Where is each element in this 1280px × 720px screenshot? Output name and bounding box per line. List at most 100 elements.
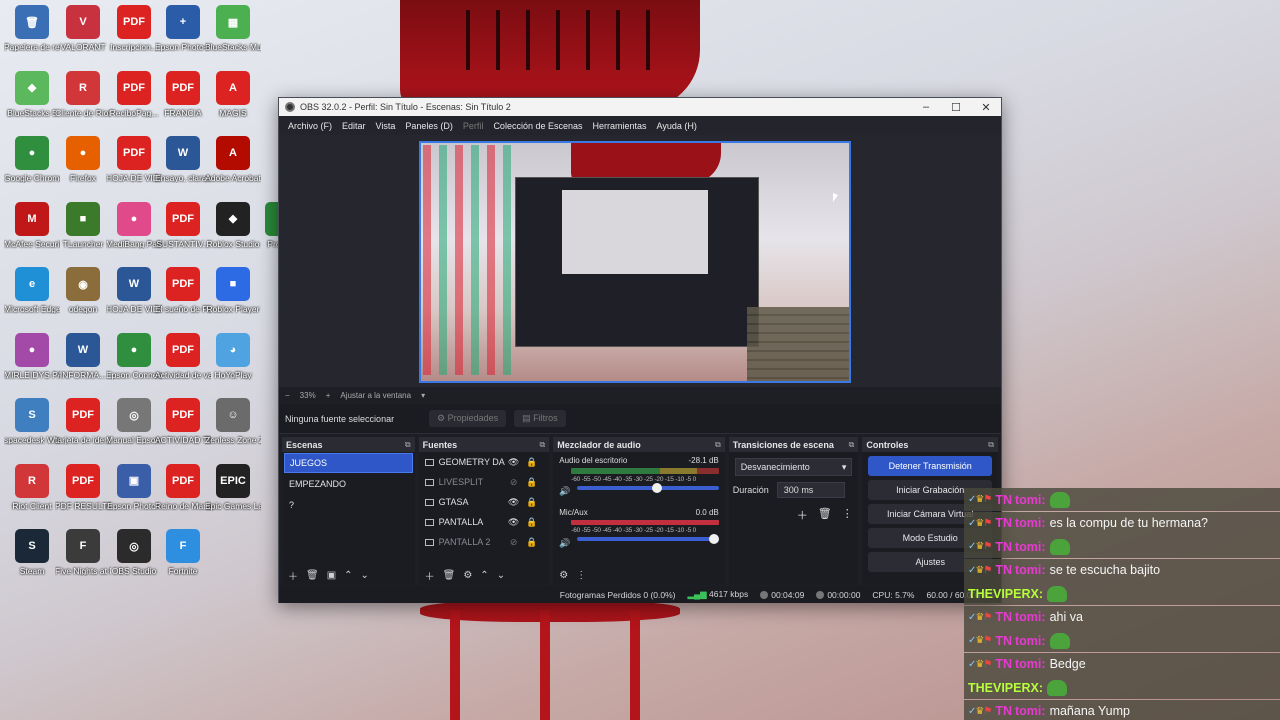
dock-menu-icon[interactable]: ⧉	[988, 440, 994, 450]
dock-menu-icon[interactable]: ⧉	[405, 440, 411, 450]
stop-streaming-button[interactable]: Detener Transmisión	[868, 456, 992, 476]
desktop-icon[interactable]: 🗑 Papelera de reciclaje	[4, 5, 60, 52]
move-up-icon[interactable]: ⌃	[344, 570, 352, 581]
lock-icon[interactable]: 🔒	[523, 477, 541, 488]
desktop-icon[interactable]: ● MIRLEIDYS PAOLA (Uni...	[4, 332, 60, 380]
source-row[interactable]: PANTALLA 2 ⊘ 🔒	[419, 532, 550, 552]
move-up-icon[interactable]: ⌃	[480, 570, 488, 581]
desktop-icon[interactable]: PDF ReciboPag...	[106, 70, 162, 118]
lock-icon[interactable]: 🔒	[523, 537, 541, 548]
desktop-icon[interactable]: Sspacedesk Window...	[4, 398, 60, 445]
desktop-icon[interactable]: V VALORANT	[55, 5, 111, 52]
fit-to-window[interactable]: Ajustar a la ventana	[340, 391, 411, 400]
title-bar[interactable]: OBS 32.0.2 - Perfil: Sin Título - Escena…	[279, 98, 1001, 116]
source-settings-icon[interactable]: ⚙	[463, 570, 472, 581]
desktop-icon[interactable]: ■ Roblox Player	[205, 267, 261, 314]
add-scene-button[interactable]: ＋	[288, 568, 298, 583]
desktop-icon[interactable]: PDF El sueño de Pongo	[155, 267, 211, 314]
move-down-icon[interactable]: ⌄	[361, 570, 369, 581]
volume-slider[interactable]	[577, 483, 719, 493]
menu-coleccion-escenas[interactable]: Colección de Escenas	[488, 121, 587, 131]
slider-knob[interactable]	[708, 534, 719, 544]
desktop-icon[interactable]: ☺ Zenless Zone Zero	[205, 398, 261, 445]
scene-item-question[interactable]: ?	[284, 495, 413, 515]
menu-archivo[interactable]: Archivo (F)	[283, 121, 337, 131]
eye-icon[interactable]: 👁	[505, 457, 523, 468]
volume-slider[interactable]	[577, 534, 719, 544]
zoom-out-button[interactable]: −	[285, 391, 290, 400]
remove-transition-icon[interactable]: 🗑	[818, 507, 832, 523]
add-transition-icon[interactable]: ＋	[797, 507, 808, 523]
speaker-icon[interactable]: 🔊	[559, 538, 570, 549]
desktop-icon[interactable]: PDF Actividad de valores	[155, 332, 211, 380]
desktop-icon[interactable]: ◉ odegon	[55, 267, 111, 314]
more-options-icon[interactable]: ⋮	[842, 507, 853, 523]
desktop-icon[interactable]: A Adobe Acrobat	[205, 136, 261, 183]
scene-item-juegos[interactable]: JUEGOS	[284, 453, 413, 473]
source-row[interactable]: GEOMETRY DASH 👁🔒	[419, 452, 550, 472]
desktop-icon[interactable]: F Fortnite	[155, 529, 211, 576]
desktop-icon[interactable]: PDF HOJA DE VIDA TONA...	[106, 136, 162, 183]
filters-button[interactable]: ▤ Filtros	[514, 410, 566, 427]
remove-source-button[interactable]: 🗑	[443, 570, 456, 581]
lock-icon[interactable]: 🔒	[523, 517, 541, 528]
desktop-icon[interactable]: PDF ACTIVIDAD TIPOS DE...	[155, 398, 211, 445]
scene-filters-icon[interactable]: ▣	[327, 570, 336, 581]
menu-perfil[interactable]: Perfil	[458, 121, 489, 131]
source-row[interactable]: PANTALLA 👁 🔒	[419, 512, 550, 532]
lock-icon[interactable]: 🔒	[523, 457, 541, 468]
desktop-icon[interactable]: PDF Reino de Marshark	[155, 463, 211, 511]
desktop-icon[interactable]: ◆ BlueStacks 5	[4, 70, 60, 118]
source-row[interactable]: LIVESPLIT ⊘ 🔒	[419, 472, 550, 492]
desktop-icon[interactable]: W Ensayo, claras de la...	[155, 136, 211, 183]
add-source-button[interactable]: ＋	[425, 568, 435, 583]
zoom-dropdown-icon[interactable]: ▾	[421, 391, 425, 400]
desktop-icon[interactable]: W INFORMA...	[55, 332, 111, 380]
menu-editar[interactable]: Editar	[337, 121, 371, 131]
desktop-icon[interactable]: ◕ HoYoPlay	[205, 332, 261, 380]
desktop-icon[interactable]: PDF SUSTANTIV...	[155, 201, 211, 249]
menu-herramientas[interactable]: Herramientas	[588, 121, 652, 131]
eye-hidden-icon[interactable]: ⊘	[505, 477, 523, 488]
more-options-icon[interactable]: ⋮	[576, 570, 586, 581]
menu-vista[interactable]: Vista	[371, 121, 401, 131]
desktop-icon[interactable]: ● Firefox	[55, 136, 111, 183]
eye-icon[interactable]: 👁	[505, 497, 523, 508]
dock-menu-icon[interactable]: ⧉	[715, 440, 721, 450]
desktop-icon[interactable]: ◆ Roblox Studio	[205, 201, 261, 249]
menu-ayuda[interactable]: Ayuda (H)	[652, 121, 702, 131]
desktop-icon[interactable]: EPIC Epic Games Launcher	[205, 463, 261, 511]
advanced-audio-icon[interactable]: ⚙	[559, 570, 568, 581]
maximize-button[interactable]: ☐	[941, 101, 971, 114]
desktop-icon[interactable]: PDF Inscripcion...	[106, 5, 162, 52]
desktop-icon[interactable]: PDF PDF RESULTAD...	[55, 463, 111, 511]
desktop-icon[interactable]: ● MediBang Paint Pro	[106, 201, 162, 249]
desktop-icon[interactable]: ● Google Chrome	[4, 136, 60, 183]
desktop-icon[interactable]: PDF tarjeta de identidad	[55, 398, 111, 445]
dock-menu-icon[interactable]: ⧉	[540, 440, 546, 450]
desktop-icon[interactable]: M McAfee Security Sca...	[4, 201, 60, 249]
desktop-icon[interactable]: ▣ Epson Photo+	[106, 463, 162, 511]
slider-knob[interactable]	[652, 483, 663, 493]
zoom-in-button[interactable]: +	[326, 391, 331, 400]
close-button[interactable]: ✕	[971, 101, 1001, 114]
desktop-icon[interactable]: ● Epson Connect Site	[106, 332, 162, 380]
eye-hidden-icon[interactable]: ⊘	[505, 537, 523, 548]
scene-item-empezando[interactable]: EMPEZANDO	[284, 474, 413, 494]
minimize-button[interactable]: –	[911, 101, 941, 113]
move-down-icon[interactable]: ⌄	[497, 570, 505, 581]
obs-window[interactable]: OBS 32.0.2 - Perfil: Sin Título - Escena…	[278, 97, 1002, 603]
desktop-icon[interactable]: ■ TLauncher	[55, 201, 111, 249]
remove-scene-button[interactable]: 🗑	[306, 570, 319, 581]
transition-select[interactable]: Desvanecimiento ▾	[734, 458, 853, 476]
desktop-icon[interactable]: R Riot Client	[4, 463, 60, 511]
dock-menu-icon[interactable]: ⧉	[849, 440, 855, 450]
desktop-icon[interactable]: R Cliente de Riot	[55, 70, 111, 118]
desktop-icon[interactable]: ◎ OBS Studio	[106, 529, 162, 576]
properties-button[interactable]: ⚙ Propiedades	[429, 410, 507, 427]
desktop-icon[interactable]: W HOJA DE VIDA	[106, 267, 162, 314]
desktop-icon[interactable]: ◎ Manual Epson L32...	[106, 398, 162, 445]
desktop-icon[interactable]: S Steam	[4, 529, 60, 576]
source-row[interactable]: GTASA 👁 🔒	[419, 492, 550, 512]
desktop-icon[interactable]: F Five Nights at Freddy's Inte...	[55, 529, 111, 576]
